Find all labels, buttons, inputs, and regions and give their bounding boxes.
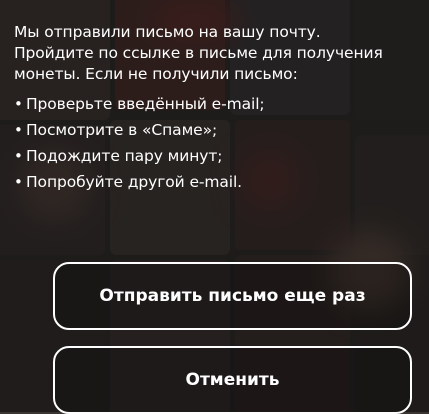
- list-item: • Проверьте введённый e-mail;: [14, 91, 424, 117]
- dialog-message-text: Мы отправили письмо на вашу почту. Пройд…: [14, 23, 383, 83]
- tip-text: Попробуйте другой e-mail.: [26, 173, 243, 191]
- bullet-icon: •: [14, 121, 23, 139]
- dialog-message: Мы отправили письмо на вашу почту. Пройд…: [14, 22, 424, 195]
- tip-text: Посмотрите в «Спаме»;: [26, 121, 218, 139]
- resend-email-button[interactable]: Отправить письмо еще раз: [53, 262, 412, 330]
- list-item: • Попробуйте другой e-mail.: [14, 169, 424, 195]
- bullet-icon: •: [14, 173, 23, 191]
- email-confirmation-dialog: Мы отправили письмо на вашу почту. Пройд…: [0, 0, 429, 414]
- bullet-icon: •: [14, 95, 23, 113]
- bullet-icon: •: [14, 147, 23, 165]
- list-item: • Посмотрите в «Спаме»;: [14, 117, 424, 143]
- tip-text: Подождите пару минут;: [26, 147, 223, 165]
- tip-text: Проверьте введённый e-mail;: [26, 95, 265, 113]
- list-item: • Подождите пару минут;: [14, 143, 424, 169]
- tips-list: • Проверьте введённый e-mail; • Посмотри…: [14, 91, 424, 195]
- cancel-button[interactable]: Отменить: [53, 346, 412, 414]
